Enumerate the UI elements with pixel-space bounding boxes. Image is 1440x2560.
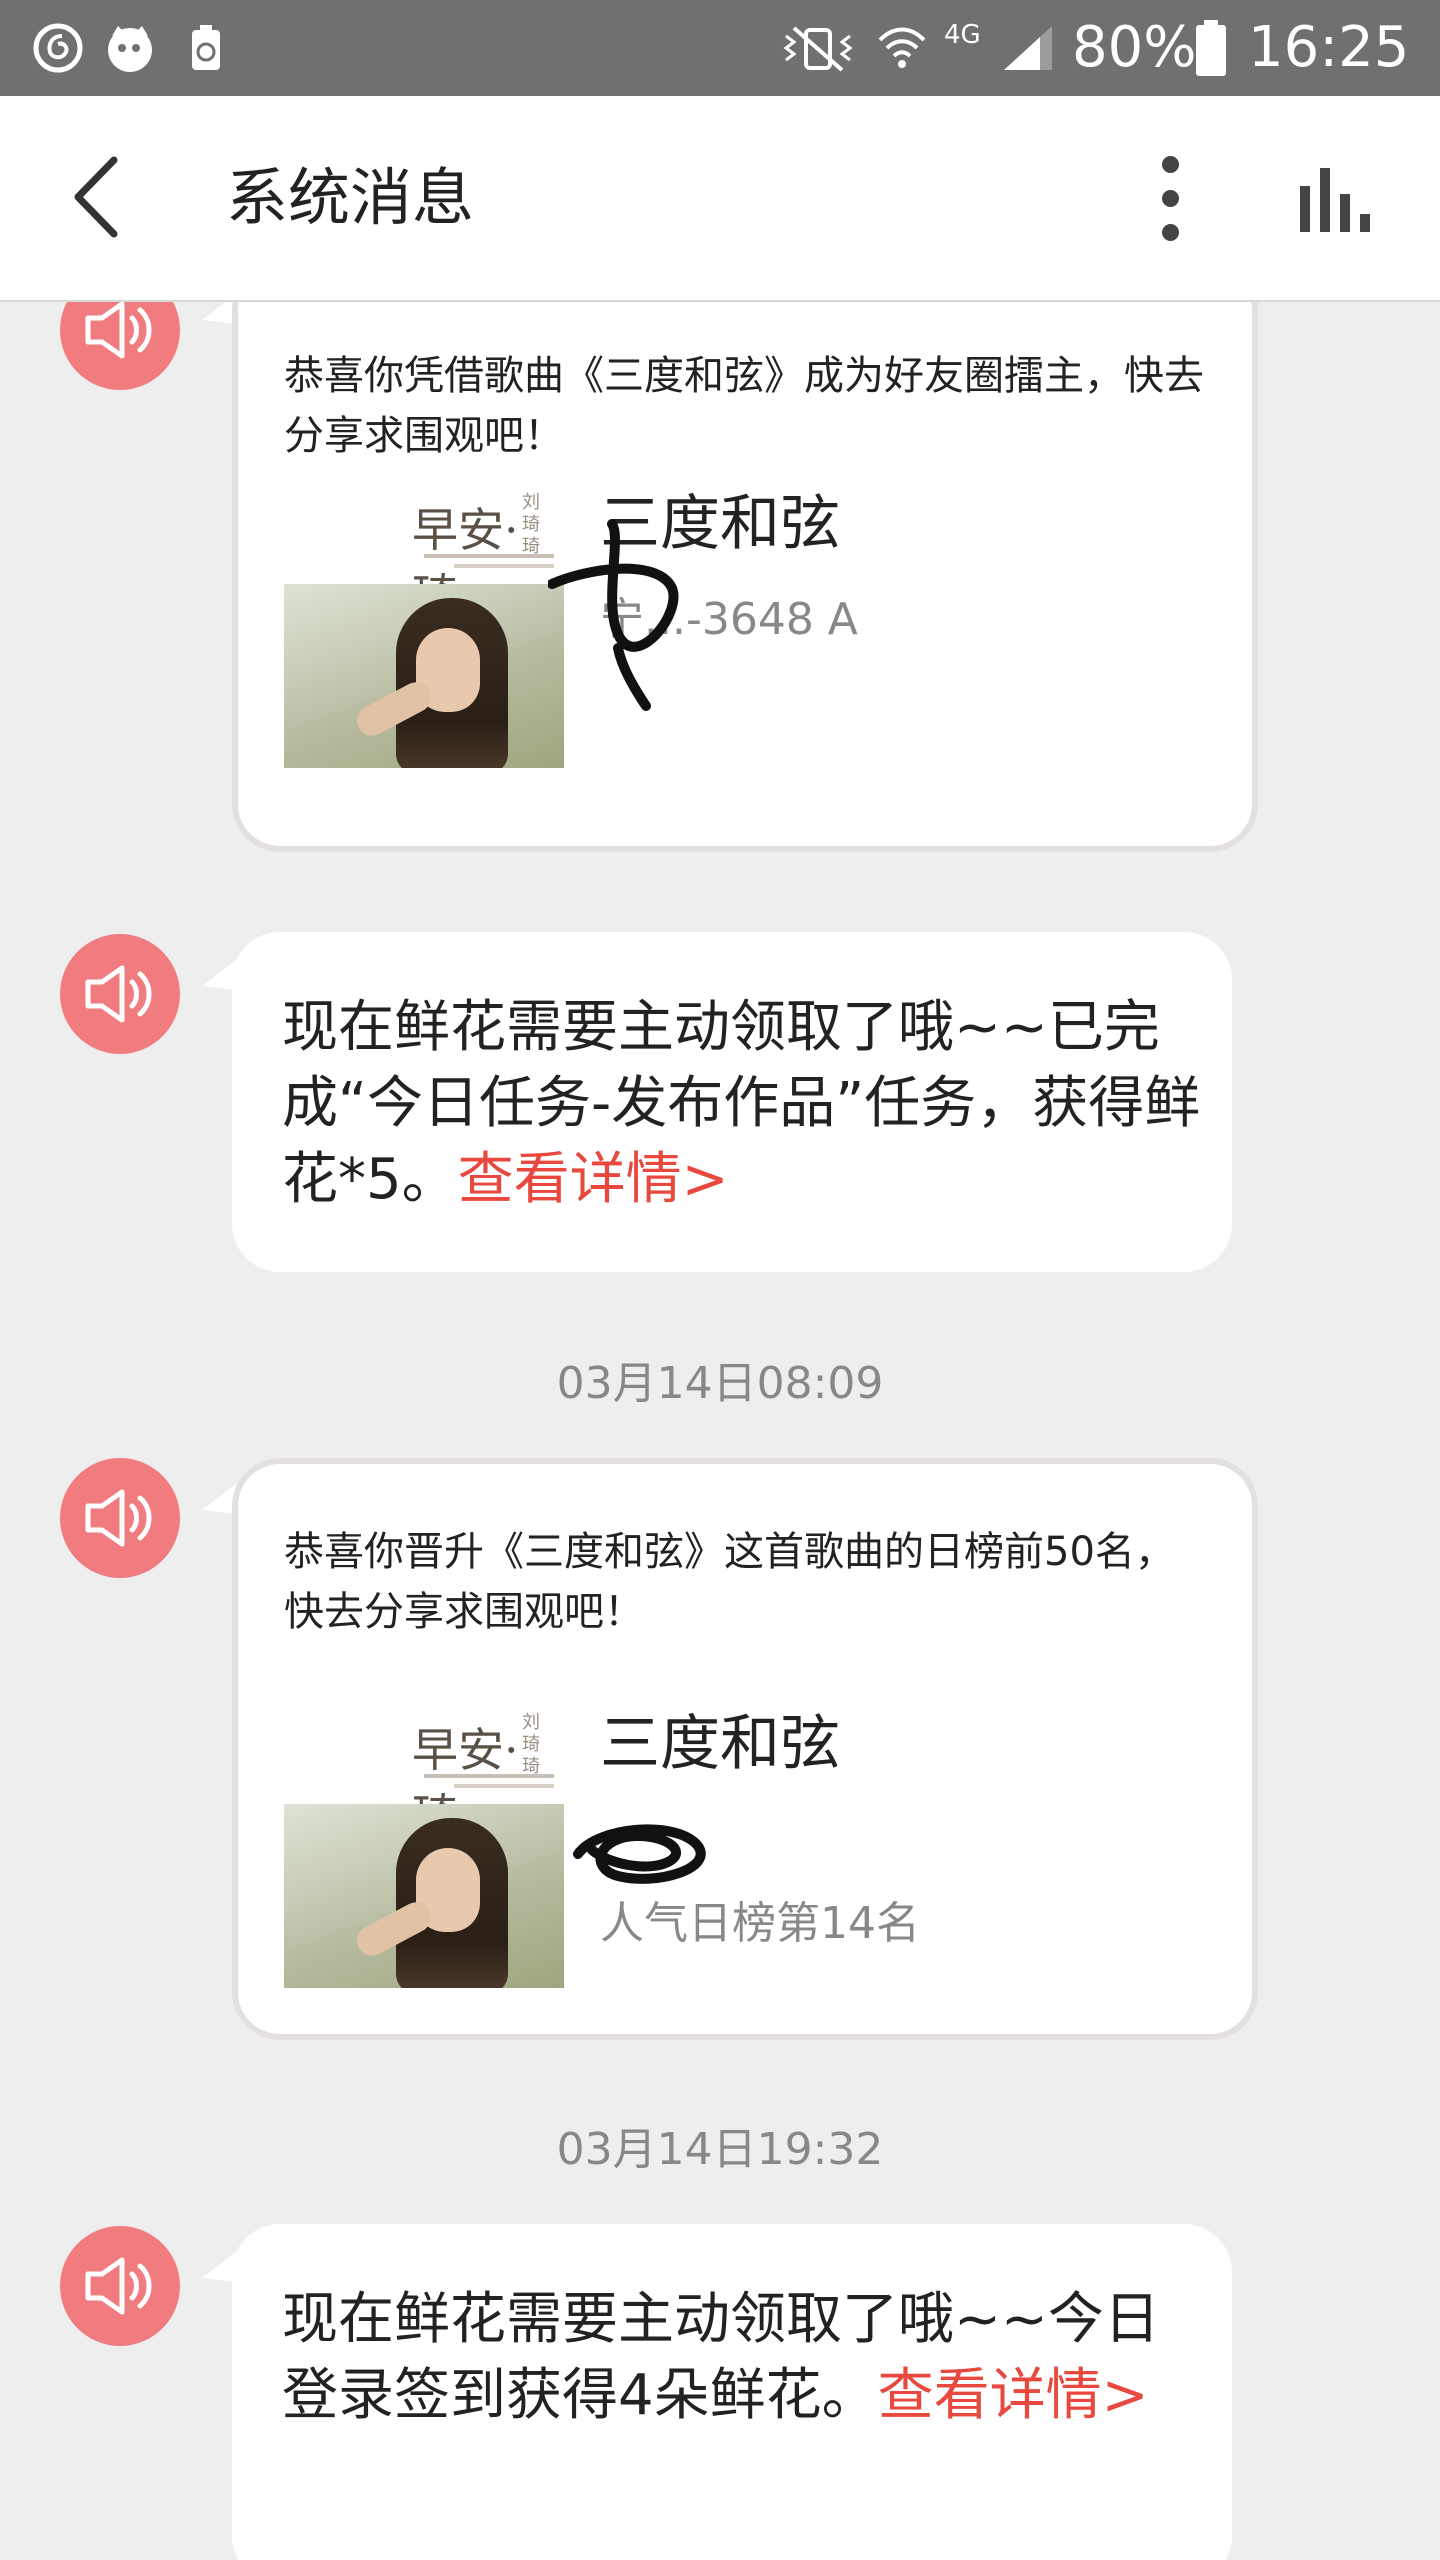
redaction-scribble [548,519,679,711]
speaker-announcement-icon [85,2257,152,2315]
view-details-link[interactable]: 查看详情> [878,2363,1149,2428]
message-feed[interactable]: 恭喜你凭借歌曲《三度和弦》成为好友圈擂主，快去分享求围观吧！ 早安·琦 刘琦琦 … [0,302,1440,2560]
system-avatar [60,1458,180,1578]
cell-signal-icon [1004,26,1052,70]
chevron-left-icon[interactable] [60,152,140,242]
song-cover[interactable]: 早安·琦 刘琦琦 [284,488,564,768]
song-title: 三度和弦 [600,1709,840,1779]
netease-music-icon [33,23,83,73]
message-text: 现在鲜花需要主动领取了哦~~今日登录签到获得4朵鲜花。查看详情> [282,2287,1160,2428]
message-timestamp: 03月14日08:09 [556,1358,884,1409]
system-avatar [60,934,180,1054]
redaction-scribble [573,1824,706,1884]
speaker-announcement-icon [85,302,152,359]
message-card[interactable]: 恭喜你晋升《三度和弦》这首歌曲的日榜前50名，快去分享求围观吧！ 早安·琦 刘琦… [232,1458,1258,2040]
cover-subtitle: 刘琦琦 [522,492,540,557]
wifi-icon [878,27,926,68]
system-avatar [60,302,180,390]
mute-vibrate-icon [783,26,853,72]
page-title: 系统消息 [226,161,475,234]
message-bubble[interactable]: 现在鲜花需要主动领取了哦~~今日登录签到获得4朵鲜花。查看详情> [232,2224,1232,2560]
message-timestamp: 03月14日19:32 [556,2124,884,2175]
cat-app-icon [108,26,152,72]
message-text: 恭喜你晋升《三度和弦》这首歌曲的日榜前50名，快去分享求围观吧！ [284,1529,1175,1635]
battery-icon [1196,20,1226,76]
equalizer-icon[interactable] [1290,156,1380,246]
clock: 16:25 [1248,15,1410,80]
message-card[interactable]: 恭喜你凭借歌曲《三度和弦》成为好友圈擂主，快去分享求围观吧！ 早安·琦 刘琦琦 … [232,302,1258,852]
network-type-label: 4G [944,20,981,50]
battery-saver-icon [192,25,220,70]
song-cover[interactable]: 早安·琦 刘琦琦 [284,1708,564,1988]
song-rank: 人气日榜第14名 [600,1898,920,1949]
speaker-announcement-icon [85,965,152,1023]
app-header: 系统消息 [0,96,1440,302]
status-bar: 4G 80% 16:25 [0,0,1440,96]
message-bubble[interactable]: 现在鲜花需要主动领取了哦~~已完成“今日任务-发布作品”任务，获得鲜花*5。查看… [232,932,1232,1272]
view-details-link[interactable]: 查看详情> [458,1147,729,1212]
speaker-announcement-icon [85,1489,152,1547]
battery-percent: 80% [1072,15,1197,80]
cover-subtitle: 刘琦琦 [522,1712,540,1777]
message-text: 现在鲜花需要主动领取了哦~~已完成“今日任务-发布作品”任务，获得鲜花*5。查看… [282,995,1201,1212]
message-text: 恭喜你凭借歌曲《三度和弦》成为好友圈擂主，快去分享求围观吧！ [284,353,1204,459]
more-vertical-icon[interactable] [1140,152,1200,248]
system-avatar [60,2226,180,2346]
